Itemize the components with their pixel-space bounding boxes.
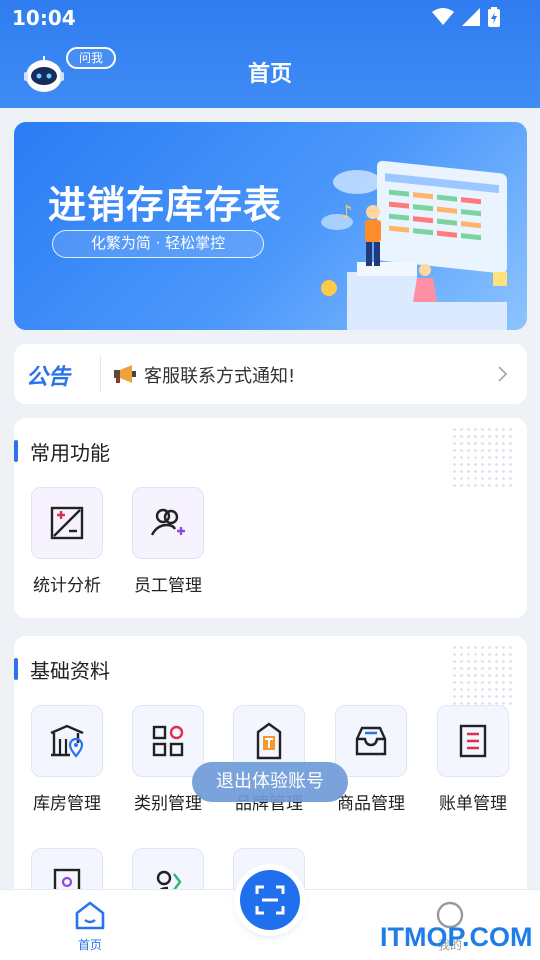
chevron-right-icon	[498, 366, 507, 382]
banner-title: 进销存库存表	[48, 183, 283, 227]
stats-icon	[50, 506, 84, 540]
status-icons	[432, 7, 500, 27]
nav-home-label: 首页	[77, 938, 102, 952]
section-accent	[14, 658, 18, 680]
signal-icon	[462, 8, 480, 26]
home-icon	[75, 901, 105, 930]
page-title: 首页	[247, 62, 292, 87]
func-icon-box	[132, 487, 204, 559]
func-warehouse-management[interactable]: 库房管理	[27, 705, 107, 814]
brand-tag-icon	[256, 722, 282, 760]
banner-subtitle: 化繁为简 · 轻松掌控	[52, 230, 264, 258]
svg-text:♪: ♪	[341, 202, 353, 223]
func-employee-management[interactable]: 员工管理	[128, 487, 208, 596]
status-bar: 10:04	[0, 0, 540, 36]
func-product-management[interactable]: 商品管理	[331, 705, 411, 814]
nav-home[interactable]: 首页	[70, 900, 110, 953]
func-icon-box	[31, 487, 103, 559]
megaphone-icon	[114, 365, 136, 383]
scan-button[interactable]	[240, 870, 300, 930]
scan-icon	[255, 885, 285, 915]
warehouse-icon	[50, 724, 84, 758]
func-category-management[interactable]: 类别管理	[128, 705, 208, 814]
func-icon-box	[132, 705, 204, 777]
notice-bar[interactable]: 公告 客服联系方式通知!	[14, 344, 527, 404]
func-label: 账单管理	[439, 794, 507, 814]
section-title: 常用功能	[30, 441, 110, 465]
status-time: 10:04	[12, 6, 76, 30]
func-icon-box	[437, 705, 509, 777]
promo-banner[interactable]: 进销存库存表 化繁为简 · 轻松掌控 ♪	[14, 122, 527, 330]
add-employee-icon	[150, 508, 185, 536]
func-label: 库房管理	[33, 794, 101, 814]
decorative-dots	[451, 426, 515, 490]
func-icon-box	[335, 705, 407, 777]
func-label: 员工管理	[134, 576, 202, 596]
func-icon-box	[31, 705, 103, 777]
wifi-icon	[432, 8, 454, 25]
func-label: 统计分析	[33, 576, 101, 596]
category-icon	[152, 725, 184, 757]
inbox-icon	[355, 726, 387, 756]
bill-icon	[459, 724, 487, 758]
toast-message: 退出体验账号	[192, 762, 348, 802]
watermark-logo: ITMOP.COM	[380, 922, 533, 952]
battery-icon	[488, 7, 500, 27]
section-accent	[14, 440, 18, 462]
section-title: 基础资料	[30, 659, 110, 683]
func-stats-analysis[interactable]: 统计分析	[27, 487, 107, 596]
decorative-dots	[451, 644, 515, 708]
func-bill-management[interactable]: 账单管理	[433, 705, 513, 814]
notice-divider	[100, 356, 101, 392]
common-functions-card: 常用功能 统计分析 员工管理	[14, 418, 527, 618]
notice-tag: 公告	[26, 365, 71, 390]
notice-text: 客服联系方式通知!	[144, 366, 296, 387]
app-header: 10:04 问我 首页	[0, 0, 540, 108]
banner-illustration: ♪	[321, 160, 507, 330]
